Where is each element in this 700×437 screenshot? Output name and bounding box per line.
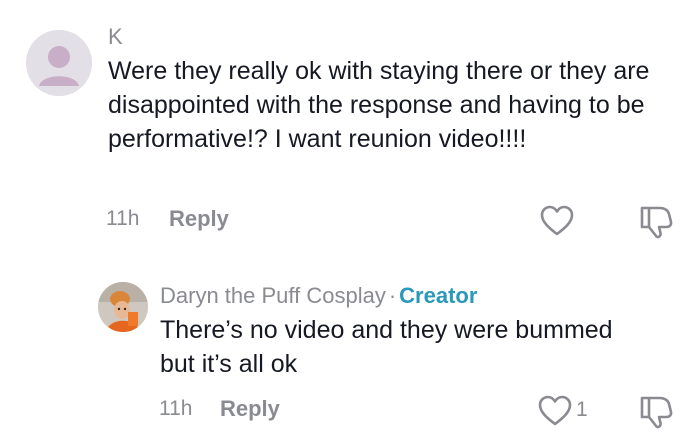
comment-reply-button[interactable]: Reply: [169, 206, 229, 232]
thumbs-down-icon[interactable]: [638, 202, 674, 240]
reply-username[interactable]: Daryn the Puff Cosplay: [160, 283, 386, 308]
thumbs-down-icon[interactable]: [638, 392, 674, 430]
reply-reply-button[interactable]: Reply: [220, 396, 280, 422]
heart-outline-icon[interactable]: [537, 393, 573, 429]
reply-text: There’s no video and they were bummed bu…: [160, 316, 613, 378]
reply-like-count: 1: [576, 398, 588, 421]
creator-badge: Creator: [399, 283, 478, 308]
comment-timestamp: 11h: [106, 207, 140, 230]
comment-username[interactable]: K: [108, 24, 123, 50]
comment-item: K Were they really ok with staying there…: [0, 0, 700, 260]
heart-outline-icon[interactable]: [539, 203, 575, 239]
creator-avatar-photo[interactable]: [98, 282, 148, 332]
default-user-avatar-icon[interactable]: [26, 30, 92, 96]
comment-text: Were they really ok with staying there o…: [108, 57, 650, 153]
reply-username-line: Daryn the Puff Cosplay · Creator: [160, 283, 477, 309]
reply-timestamp: 11h: [159, 397, 193, 420]
separator-dot: ·: [388, 283, 397, 308]
